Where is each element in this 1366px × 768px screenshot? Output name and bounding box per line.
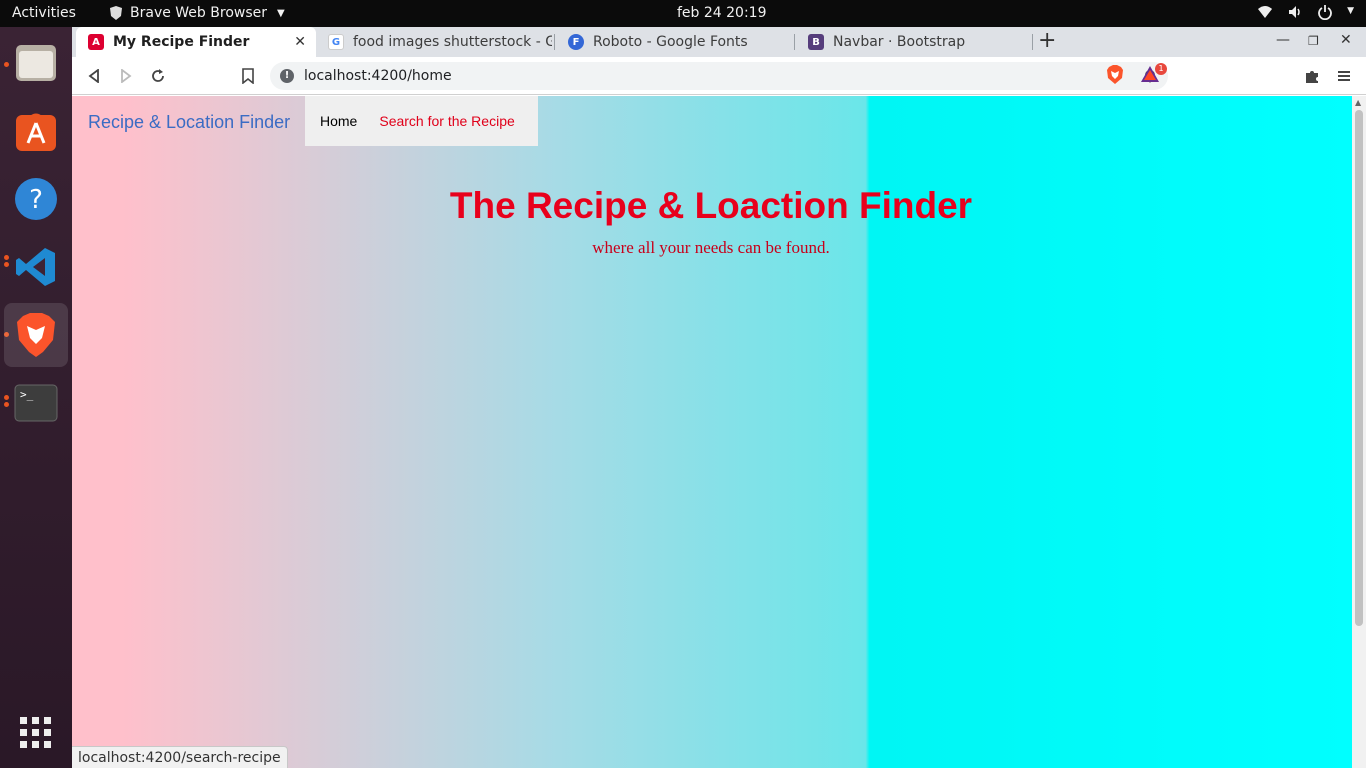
tab-title: My Recipe Finder [113,34,250,50]
page-scrollbar[interactable]: ▲ [1352,96,1366,768]
system-top-bar: Activities Brave Web Browser ▼ feb 24 20… [0,0,1366,27]
clock[interactable]: feb 24 20:19 [677,5,767,21]
angular-icon: A [88,34,104,50]
browser-toolbar: ! localhost:4200/home 1 [72,57,1366,95]
tab-title: food images shutterstock - Go [353,34,552,50]
app-menu-label: Brave Web Browser [130,5,267,21]
navbar: Home Search for the Recipe [305,96,538,146]
address-bar[interactable]: ! localhost:4200/home [270,62,1168,90]
tab-title: Navbar · Bootstrap [833,34,966,50]
google-icon: G [328,34,344,50]
tab-roboto-google-fonts[interactable]: F Roboto - Google Fonts [556,27,794,57]
tab-separator [1032,34,1033,50]
activities-button[interactable]: Activities [12,5,76,21]
restore-icon[interactable]: ❐ [1308,34,1319,48]
system-tray[interactable]: ▼ [1257,4,1354,21]
tab-navbar-bootstrap[interactable]: B Navbar · Bootstrap [796,27,1032,57]
volume-icon [1287,4,1303,20]
chevron-down-icon: ▼ [277,7,285,19]
nav-link-home[interactable]: Home [320,113,357,129]
app-store-icon[interactable] [4,99,68,163]
new-tab-button[interactable]: + [1038,30,1056,52]
page-subtitle: where all your needs can be found. [592,238,830,257]
app-menu[interactable]: Brave Web Browser ▼ [108,5,285,21]
chevron-down-icon: ▼ [1347,6,1354,16]
vscode-icon[interactable] [4,235,68,299]
rewards-badge: 1 [1155,63,1167,75]
tab-strip: A My Recipe Finder ✕ G food images shutt… [72,27,1366,57]
reload-icon[interactable] [148,66,168,86]
scrollbar-thumb[interactable] [1355,110,1363,626]
tab-title: Roboto - Google Fonts [593,34,748,50]
help-icon[interactable]: ? [4,167,68,231]
files-icon[interactable] [4,31,68,95]
bootstrap-icon: B [808,34,824,50]
svg-text:?: ? [29,185,43,215]
brave-shield-icon [108,5,124,21]
show-apps-icon[interactable] [4,701,68,765]
menu-icon[interactable] [1334,66,1354,86]
tab-separator [794,34,795,50]
brave-icon[interactable] [4,303,68,367]
navbar-brand[interactable]: Recipe & Location Finder [88,112,290,133]
status-bubble: localhost:4200/search-recipe [72,746,288,768]
dock: ? >_ [0,27,72,768]
brave-shields-icon[interactable] [1106,65,1124,89]
extensions-icon[interactable] [1302,66,1322,86]
svg-text:>_: >_ [20,388,34,401]
google-fonts-icon: F [568,34,584,50]
bookmark-icon[interactable] [238,66,258,86]
web-page: Recipe & Location Finder Home Search for… [72,96,1352,768]
terminal-icon[interactable]: >_ [4,371,68,435]
tab-separator [554,34,555,50]
power-icon [1317,4,1333,21]
site-info-icon[interactable]: ! [280,69,294,83]
page-title: The Recipe & Loaction Finder [449,185,973,226]
tab-my-recipe-finder[interactable]: A My Recipe Finder ✕ [76,27,316,57]
tab-food-images[interactable]: G food images shutterstock - Go [316,27,552,57]
nav-link-search-recipe[interactable]: Search for the Recipe [379,113,514,129]
minimize-icon[interactable]: — [1276,32,1290,48]
browser-window: A My Recipe Finder ✕ G food images shutt… [72,27,1366,768]
close-icon[interactable]: ✕ [294,34,306,50]
url-text[interactable]: localhost:4200/home [304,68,452,84]
forward-icon[interactable] [116,66,136,86]
close-window-icon[interactable]: ✕ [1340,32,1352,48]
scroll-up-icon[interactable]: ▲ [1355,98,1361,107]
wifi-icon [1257,4,1273,20]
back-icon[interactable] [84,66,104,86]
